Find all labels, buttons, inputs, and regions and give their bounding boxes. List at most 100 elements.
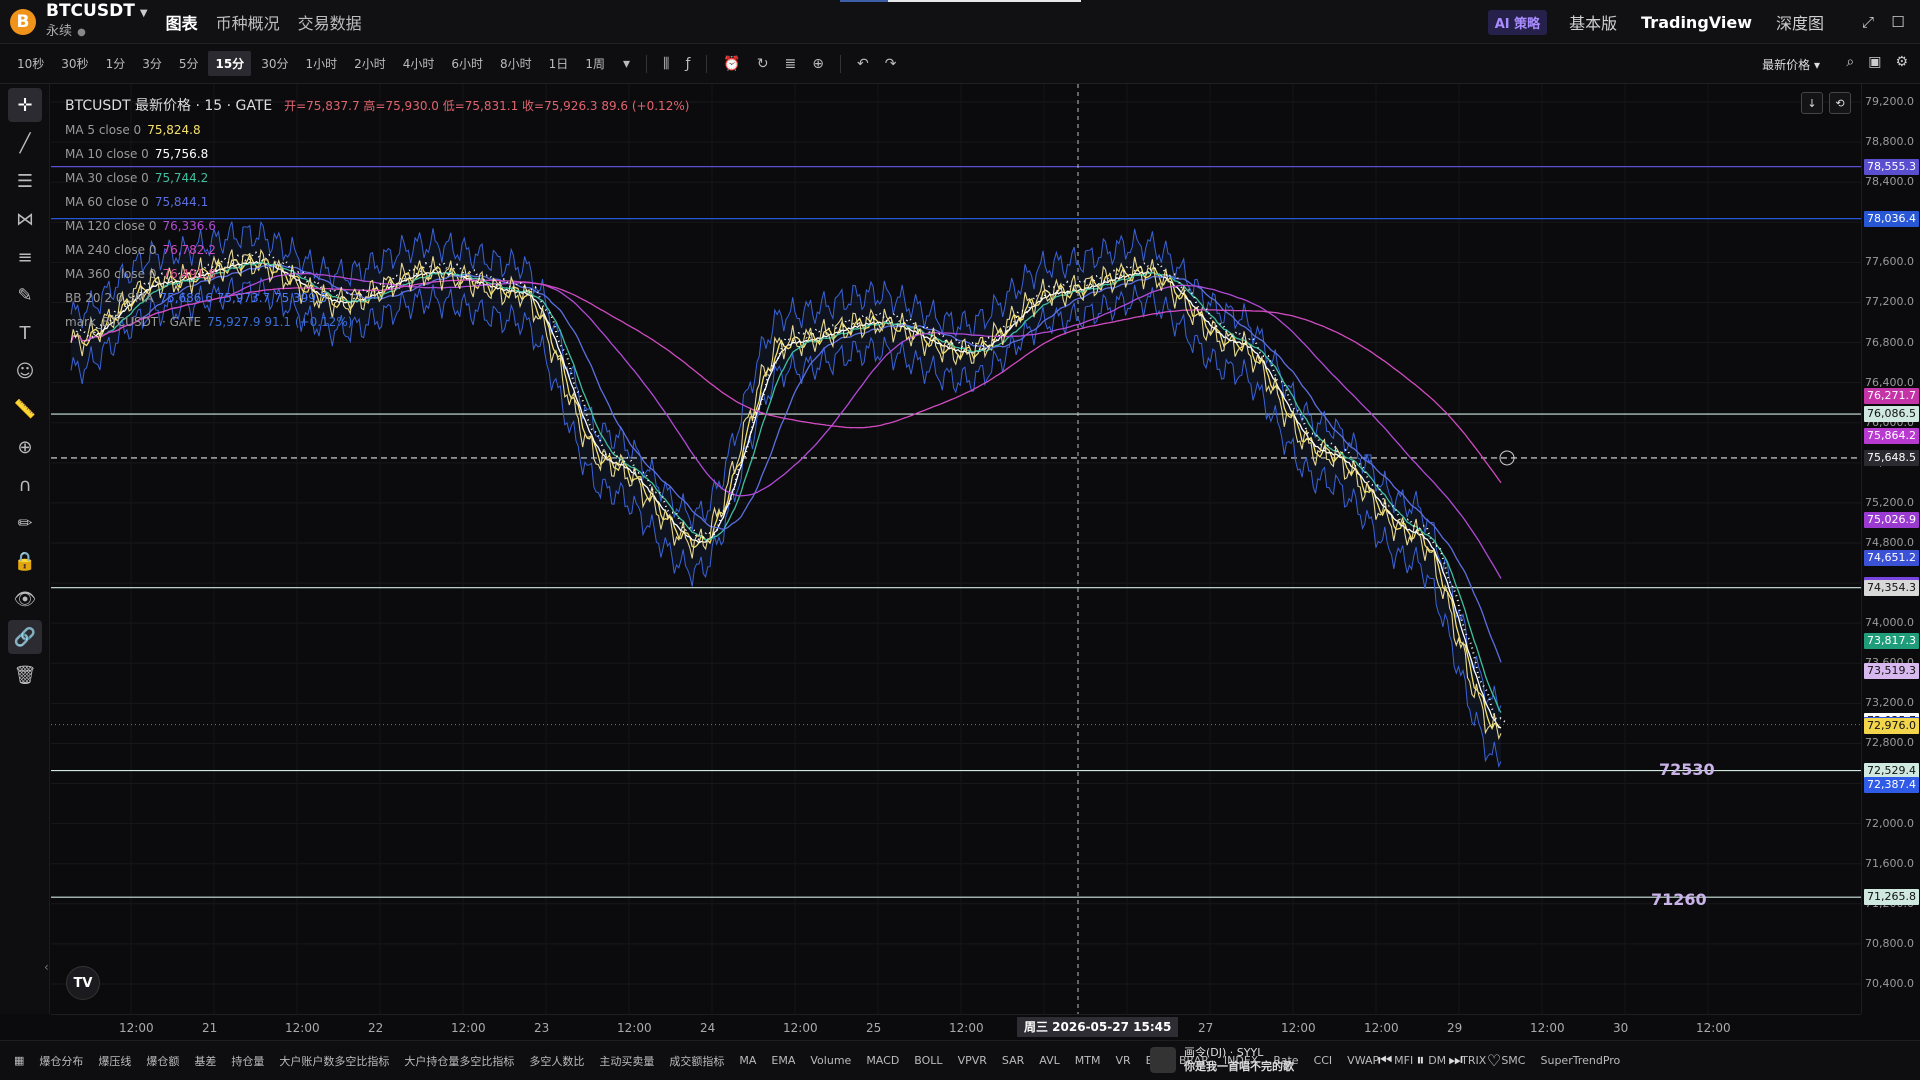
indicator-item[interactable]: 爆仓分布	[39, 1053, 83, 1069]
time-axis[interactable]: 12:00 21 12:00 22 12:00 23 12:00 24 12:00 25 12:00…	[51, 1014, 1861, 1040]
price-axis[interactable]: 79,200.078,800.078,400.078,000.077,600.0…	[1861, 84, 1920, 1014]
indicator-item[interactable]: VPVR	[958, 1054, 987, 1067]
prev-track-icon[interactable]: ⏮	[1378, 1050, 1392, 1070]
redo-icon[interactable]: ↷	[885, 56, 897, 72]
price-chart[interactable]: BTCUSDT 最新价格 · 15 · GATE 开=75,837.7 高=75…	[51, 84, 1861, 1014]
tf-8h[interactable]: 8小时	[493, 51, 539, 76]
expand-icon[interactable]: ⤢	[1858, 12, 1878, 32]
price-type-select[interactable]: 最新价格 ▾	[1762, 56, 1820, 73]
emoji-icon[interactable]: ☺	[8, 354, 42, 388]
fib-icon[interactable]: ≡	[8, 240, 42, 274]
brush-icon[interactable]: ✎	[8, 278, 42, 312]
lock-icon[interactable]: 🔒	[8, 544, 42, 578]
pause-icon[interactable]: ⏸	[1416, 1050, 1424, 1070]
ai-strategy-button[interactable]: AI 策略	[1487, 9, 1548, 35]
tf-10s[interactable]: 10秒	[10, 51, 51, 76]
tf-4h[interactable]: 4小时	[396, 51, 442, 76]
tf-6h[interactable]: 6小时	[444, 51, 490, 76]
legend-row[interactable]: mark_BTCUSDT · GATE 75,927.9 91.1 (+0.12%…	[65, 310, 689, 334]
tf-30m[interactable]: 30分	[254, 51, 295, 76]
tf-1d[interactable]: 1日	[542, 51, 576, 76]
indicator-item[interactable]: BOLL	[914, 1054, 942, 1067]
trash-icon[interactable]: 🗑	[8, 658, 42, 692]
indicator-item[interactable]: SuperTrendPro	[1540, 1054, 1620, 1067]
collapse-arrow-icon[interactable]: ‹	[44, 960, 49, 974]
indicator-item[interactable]: 持仓量	[231, 1053, 264, 1069]
indicator-item[interactable]: 成交额指标	[669, 1053, 724, 1069]
basic-view-link[interactable]: 基本版	[1569, 10, 1617, 34]
text-icon[interactable]: T	[8, 316, 42, 350]
tf-5m[interactable]: 5分	[172, 51, 206, 76]
tf-15m[interactable]: 15分	[208, 51, 252, 76]
gear-icon[interactable]: ⚙	[1895, 54, 1908, 70]
alert-icon[interactable]: ⏰	[723, 56, 740, 72]
heart-icon[interactable]: ♡	[1487, 1051, 1501, 1070]
tf-1h[interactable]: 1小时	[298, 51, 344, 76]
pattern-icon[interactable]: ⋈	[8, 202, 42, 236]
symbol-name[interactable]: BTCUSDT	[46, 1, 135, 21]
zoom-in-icon[interactable]: ⊕	[8, 430, 42, 464]
add-indicator-icon[interactable]: ⊕	[812, 56, 824, 72]
depth-chart-link[interactable]: 深度图	[1776, 10, 1824, 34]
tf-3m[interactable]: 3分	[135, 51, 169, 76]
indicator-item[interactable]: AVL	[1039, 1054, 1059, 1067]
indicator-item[interactable]: VR	[1115, 1054, 1130, 1067]
legend-row[interactable]: MA 360 close 0 76,491.8	[65, 262, 689, 286]
undo-icon[interactable]: ↶	[857, 56, 869, 72]
chevron-down-icon[interactable]: ▼	[140, 8, 148, 19]
indicator-item[interactable]: EMA	[771, 1054, 795, 1067]
tf-1w[interactable]: 1周	[578, 51, 612, 76]
next-track-icon[interactable]: ⏭	[1448, 1050, 1462, 1070]
indicator-item[interactable]: MACD	[866, 1054, 899, 1067]
eye-icon[interactable]: 👁	[8, 582, 42, 616]
horizontal-lines-icon[interactable]: ☰	[8, 164, 42, 198]
template-icon[interactable]: ≣	[785, 56, 797, 72]
indicator-item[interactable]: 爆压线	[98, 1053, 131, 1069]
replay-icon[interactable]: ↻	[757, 56, 769, 72]
indicator-item[interactable]: 大户持仓量多空比指标	[404, 1053, 514, 1069]
symbol-selector[interactable]: BTCUSDT ▼ 永续 ●	[46, 1, 148, 41]
lock-drawing-icon[interactable]: ✏	[8, 506, 42, 540]
scroll-down-icon[interactable]: ↓	[1801, 92, 1823, 114]
legend-title[interactable]: BTCUSDT 最新价格 · 15 · GATE	[65, 98, 272, 114]
calendar-icon[interactable]: ▦	[14, 1054, 24, 1067]
time-label: 12:00	[1530, 1021, 1565, 1035]
legend-row[interactable]: MA 120 close 0 76,336.6	[65, 214, 689, 238]
legend-row[interactable]: MA 60 close 0 75,844.1	[65, 190, 689, 214]
legend-row[interactable]: MA 5 close 0 75,824.8	[65, 118, 689, 142]
indicator-item[interactable]: 爆仓额	[146, 1053, 179, 1069]
indicator-item[interactable]: 大户账户数多空比指标	[279, 1053, 389, 1069]
indicator-item[interactable]: 主动买卖量	[599, 1053, 654, 1069]
price-type-label[interactable]: 最新价格	[1762, 58, 1810, 72]
indicator-item[interactable]: MTM	[1075, 1054, 1101, 1067]
tab-trade-data[interactable]: 交易数据	[298, 10, 362, 34]
ruler-icon[interactable]: 📏	[8, 392, 42, 426]
link-icon[interactable]: 🔗	[8, 620, 42, 654]
tf-1m[interactable]: 1分	[99, 51, 133, 76]
tradingview-link[interactable]: TradingView	[1641, 13, 1752, 32]
indicator-item[interactable]: SAR	[1002, 1054, 1024, 1067]
legend-row[interactable]: MA 240 close 0 76,782.2	[65, 238, 689, 262]
indicator-item[interactable]: 基差	[194, 1053, 216, 1069]
indicators-icon[interactable]: ƒ	[685, 56, 690, 72]
crosshair-icon[interactable]: ✛	[8, 88, 42, 122]
tab-chart[interactable]: 图表	[166, 10, 198, 34]
magnet-icon[interactable]: ∩	[8, 468, 42, 502]
indicator-item[interactable]: Volume	[810, 1054, 851, 1067]
info-icon[interactable]: ●	[77, 27, 86, 38]
sync-icon[interactable]: ⟲	[1829, 92, 1851, 114]
tf-2h[interactable]: 2小时	[347, 51, 393, 76]
trend-line-icon[interactable]: ╱	[8, 126, 42, 160]
camera-icon[interactable]: ▣	[1868, 54, 1881, 70]
search-icon[interactable]: ⌕	[1846, 54, 1854, 70]
legend-row[interactable]: MA 10 close 0 75,756.8	[65, 142, 689, 166]
fullscreen-icon[interactable]: ☐	[1888, 12, 1908, 32]
timeframe-dropdown-icon[interactable]: ▾	[623, 56, 630, 72]
indicator-item[interactable]: MA	[739, 1054, 756, 1067]
candle-type-icon[interactable]: ⫼	[663, 56, 669, 72]
legend-row[interactable]: BB 20 2 0 SMA 75,686.6 75,973.7 75,399.5	[65, 286, 689, 310]
tab-overview[interactable]: 币种概况	[216, 10, 280, 34]
legend-row[interactable]: MA 30 close 0 75,744.2	[65, 166, 689, 190]
indicator-item[interactable]: 多空人数比	[529, 1053, 584, 1069]
tf-30s[interactable]: 30秒	[54, 51, 95, 76]
